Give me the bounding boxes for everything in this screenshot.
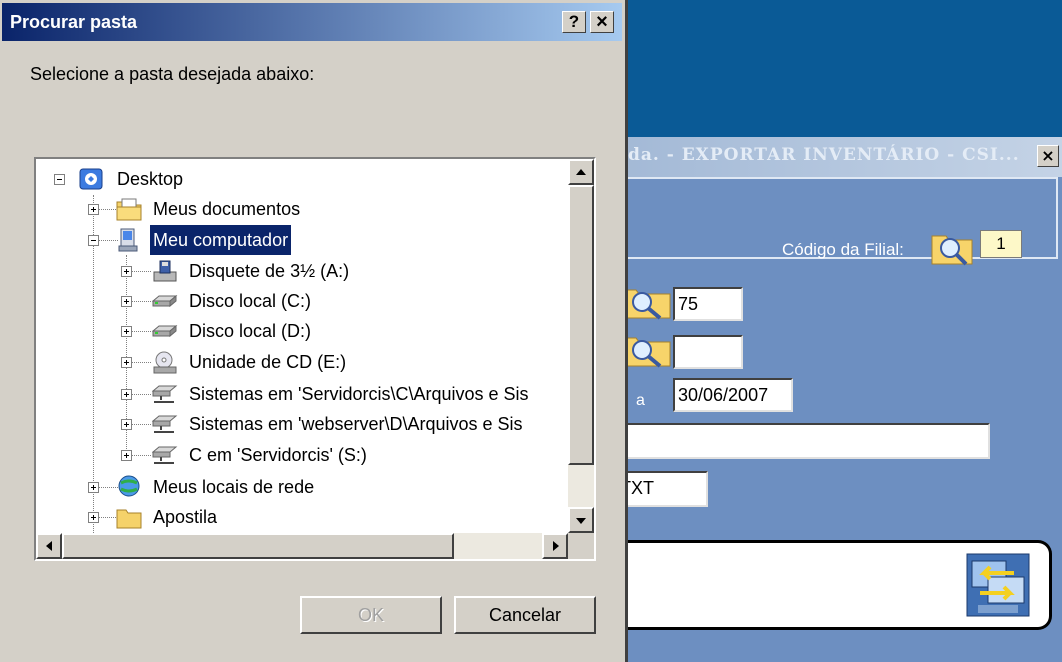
expand-toggle[interactable]	[121, 419, 132, 430]
tree-item-network-places[interactable]: Meus locais de rede	[36, 472, 566, 502]
branch-lookup-icon[interactable]	[930, 228, 974, 266]
tree-item-label-selected: Meu computador	[148, 224, 293, 256]
scroll-down-button[interactable]	[568, 507, 594, 533]
scroll-up-button[interactable]	[568, 159, 594, 185]
tree-item-label: Disquete de 3½ (A:)	[189, 261, 350, 281]
tree-item-apostila[interactable]: Apostila	[36, 502, 566, 532]
close-button[interactable]: ×	[590, 11, 614, 33]
background-app-title: da. - EXPORTAR INVENTÁRIO - CSI...	[628, 145, 1020, 165]
date-range-separator: a	[636, 392, 645, 409]
cd-drive-icon	[153, 351, 177, 374]
background-app-close-button[interactable]: ×	[1037, 145, 1059, 167]
scrollbar-corner	[568, 533, 594, 559]
tree-item-label: C em 'Servidorcis' (S:)	[189, 445, 367, 465]
desktop-icon	[79, 168, 103, 190]
expand-toggle[interactable]	[88, 512, 99, 523]
network-places-icon	[118, 475, 140, 497]
tree-vertical-scrollbar[interactable]	[568, 159, 594, 535]
folder-icon	[116, 509, 142, 529]
tree-item-label: Meus locais de rede	[153, 477, 315, 497]
scroll-right-button[interactable]	[542, 533, 568, 559]
folder-tree[interactable]: Desktop Meus documentos Meu computador D…	[34, 157, 596, 561]
expand-toggle[interactable]	[88, 204, 99, 215]
lookup-icon-1[interactable]	[628, 282, 672, 320]
network-drive-icon	[152, 446, 178, 464]
tree-item-cd-e[interactable]: Unidade de CD (E:)	[36, 347, 566, 377]
expand-toggle[interactable]	[88, 482, 99, 493]
collapse-toggle[interactable]	[88, 235, 99, 246]
tree-item-my-documents[interactable]: Meus documentos	[36, 194, 566, 224]
tree-horizontal-scrollbar[interactable]	[36, 533, 568, 559]
dialog-title: Procurar pasta	[10, 12, 138, 32]
arrow-up-icon	[576, 169, 586, 175]
tree-item-label: Sistemas em 'Servidorcis\C\Arquivos e Si…	[189, 384, 529, 404]
browse-folder-dialog: Procurar pasta ? × Selecione a pasta des…	[0, 0, 628, 662]
tree-item-network-drive-2[interactable]: Sistemas em 'webserver\D\Arquivos e Sis	[36, 409, 566, 439]
code-field-2[interactable]	[673, 335, 743, 369]
tree-item-label: Disco local (C:)	[189, 291, 312, 311]
floppy-drive-icon	[153, 260, 177, 282]
tree-item-label: Apostila	[153, 507, 218, 527]
cancel-button[interactable]: Cancelar	[454, 596, 596, 634]
end-date-field[interactable]: 30/06/2007	[673, 378, 793, 412]
tree-item-disk-d[interactable]: Disco local (D:)	[36, 316, 566, 346]
tree-item-desktop[interactable]: Desktop	[36, 164, 566, 194]
file-extension-field[interactable]: TXT	[620, 471, 708, 507]
expand-toggle[interactable]	[121, 266, 132, 277]
collapse-toggle[interactable]	[54, 174, 65, 185]
arrow-left-icon	[46, 541, 52, 551]
tree-item-label: Unidade de CD (E:)	[189, 352, 347, 372]
export-transfer-button[interactable]	[966, 553, 1030, 617]
tree-item-my-computer[interactable]: Meu computador	[36, 224, 566, 256]
code-field-1[interactable]: 75	[673, 287, 743, 321]
horizontal-scroll-thumb[interactable]	[62, 533, 454, 559]
arrow-down-icon	[576, 518, 586, 524]
expand-toggle[interactable]	[121, 357, 132, 368]
hard-drive-icon	[152, 294, 178, 308]
expand-toggle[interactable]	[121, 450, 132, 461]
network-drive-icon	[152, 385, 178, 403]
tree-item-label: Disco local (D:)	[189, 321, 312, 341]
expand-toggle[interactable]	[121, 326, 132, 337]
dialog-titlebar: Procurar pasta ? ×	[2, 3, 622, 41]
folder-tree-viewport: Desktop Meus documentos Meu computador D…	[36, 159, 570, 535]
vertical-scroll-thumb[interactable]	[568, 185, 594, 465]
computer-icon	[118, 228, 138, 252]
tree-item-disk-c[interactable]: Disco local (C:)	[36, 286, 566, 316]
hard-drive-icon	[152, 324, 178, 338]
export-path-field[interactable]	[620, 423, 990, 459]
expand-toggle[interactable]	[121, 296, 132, 307]
help-button[interactable]: ?	[562, 11, 586, 33]
documents-folder-icon	[116, 198, 142, 221]
scroll-left-button[interactable]	[36, 533, 62, 559]
lookup-icon-2[interactable]	[628, 330, 672, 368]
tree-item-network-drive-1[interactable]: Sistemas em 'Servidorcis\C\Arquivos e Si…	[36, 379, 566, 409]
tree-item-floppy-a[interactable]: Disquete de 3½ (A:)	[36, 256, 566, 286]
arrow-right-icon	[553, 541, 559, 551]
branch-code-label: Código da Filial:	[782, 240, 904, 259]
tree-item-label: Desktop	[117, 169, 184, 189]
dialog-instruction: Selecione a pasta desejada abaixo:	[30, 64, 315, 84]
branch-code-field[interactable]: 1	[980, 230, 1022, 258]
expand-toggle[interactable]	[121, 389, 132, 400]
tree-item-label: Sistemas em 'webserver\D\Arquivos e Sis	[189, 414, 523, 434]
tree-item-label: Meus documentos	[153, 199, 301, 219]
background-app-titlebar: da. - EXPORTAR INVENTÁRIO - CSI... ×	[620, 137, 1062, 177]
ok-button[interactable]: OK	[300, 596, 442, 634]
network-drive-icon	[152, 415, 178, 433]
tree-item-network-drive-s[interactable]: C em 'Servidorcis' (S:)	[36, 440, 566, 470]
